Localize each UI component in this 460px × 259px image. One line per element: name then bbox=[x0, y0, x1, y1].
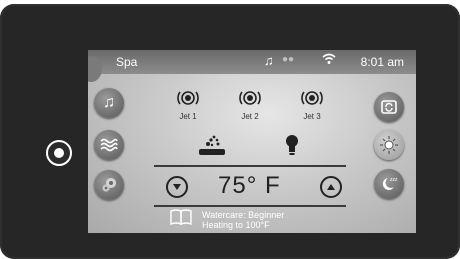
moon-sleep-icon: zzz bbox=[382, 177, 398, 190]
jet-icon bbox=[239, 91, 261, 105]
divider bbox=[154, 205, 346, 207]
chevron-down-icon bbox=[173, 184, 181, 190]
jet-label: Jet 1 bbox=[179, 112, 197, 121]
light-sun-icon bbox=[380, 136, 398, 154]
settings-button[interactable] bbox=[94, 170, 124, 200]
rotate-icon bbox=[381, 100, 397, 114]
blower-bubbles-icon bbox=[199, 135, 225, 155]
jet-1-button[interactable]: Jet 1 bbox=[168, 86, 208, 121]
temp-down-button[interactable] bbox=[166, 176, 188, 198]
music-note-icon: ♫ bbox=[264, 53, 274, 68]
jet-label: Jet 2 bbox=[241, 112, 259, 121]
clock: 8:01 am bbox=[360, 55, 404, 69]
jet-3-button[interactable]: Jet 3 bbox=[292, 86, 332, 121]
music-button[interactable]: ♫ bbox=[94, 88, 124, 118]
jet-icon bbox=[301, 91, 323, 105]
wifi-icon bbox=[322, 53, 336, 68]
music-note-icon: ♫ bbox=[103, 94, 115, 111]
jet-label: Jet 3 bbox=[303, 112, 321, 121]
chevron-up-icon bbox=[327, 184, 335, 190]
status-bar: Spa ♫ ●● 8:01 am bbox=[88, 50, 416, 74]
device-bezel: Spa ♫ ●● 8:01 am ♫ zzz Jet 1 Jet 2 Jet 3… bbox=[0, 4, 460, 259]
jet-2-button[interactable]: Jet 2 bbox=[230, 86, 270, 121]
gear-icon bbox=[102, 178, 116, 192]
temp-up-button[interactable] bbox=[320, 176, 342, 198]
spa-light-button[interactable] bbox=[284, 134, 300, 161]
screen-title: Spa bbox=[116, 55, 138, 69]
svg-text:zzz: zzz bbox=[390, 177, 398, 183]
water-button[interactable] bbox=[94, 130, 124, 160]
watercare-button[interactable] bbox=[170, 209, 192, 230]
home-button[interactable] bbox=[46, 140, 72, 166]
heating-status: Heating to 100°F bbox=[202, 220, 270, 230]
water-waves-icon bbox=[100, 138, 118, 152]
book-icon bbox=[170, 209, 192, 226]
light-bulb-icon bbox=[286, 135, 298, 155]
watercare-status: Watercare: Beginner Heating to 100°F bbox=[202, 210, 284, 230]
watercare-mode: Watercare: Beginner bbox=[202, 210, 285, 220]
blower-button[interactable] bbox=[196, 132, 228, 163]
temperature-display: 75° F bbox=[218, 172, 281, 199]
sleep-mode-button[interactable]: zzz bbox=[374, 169, 404, 199]
divider bbox=[154, 165, 346, 167]
lights-button[interactable] bbox=[374, 130, 404, 160]
jet-icon bbox=[177, 91, 199, 105]
touch-screen: Spa ♫ ●● 8:01 am ♫ zzz Jet 1 Jet 2 Jet 3… bbox=[88, 50, 416, 233]
bluetooth-dots-icon: ●● bbox=[282, 54, 295, 65]
flip-screen-button[interactable] bbox=[374, 92, 404, 122]
